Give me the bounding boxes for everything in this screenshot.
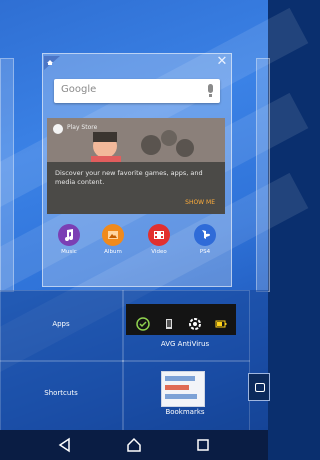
video-app[interactable]: Video [146, 224, 172, 255]
camera-icon [255, 383, 265, 392]
shortcuts-tile-label: Shortcuts [44, 389, 78, 397]
bookmarks-preview [161, 371, 205, 407]
settings-icon [188, 316, 202, 330]
show-me-button[interactable]: SHOW ME [185, 199, 215, 206]
left-homescreen-preview[interactable] [0, 58, 14, 292]
avg-widget-preview [126, 304, 236, 335]
card-source-label: Play Store [67, 124, 98, 131]
album-icon [102, 224, 124, 246]
ps4-label: PS4 [199, 249, 211, 255]
album-app[interactable]: Album [100, 224, 126, 255]
music-icon [58, 224, 80, 246]
avatar [53, 124, 63, 134]
phone-icon [162, 316, 176, 330]
back-icon[interactable] [57, 437, 73, 453]
video-label: Video [151, 249, 167, 255]
set-home-screen-icon[interactable] [44, 55, 60, 70]
next-page-camera-preview[interactable] [248, 373, 270, 401]
battery-icon [214, 316, 228, 330]
bookmark-row [165, 385, 189, 390]
video-icon [148, 224, 170, 246]
google-search-bar[interactable]: Google [54, 79, 220, 103]
recents-icon[interactable] [195, 437, 211, 453]
album-label: Album [104, 249, 122, 255]
right-homescreen-preview[interactable] [256, 58, 270, 292]
bookmarks-tile-label: Bookmarks [165, 408, 205, 416]
music-app[interactable]: Music [56, 224, 82, 255]
ps4-app[interactable]: PS4 [192, 224, 218, 255]
home-icon[interactable] [126, 437, 142, 453]
play-store-widget-card[interactable]: Play Store Discover your new favorite ga… [47, 118, 225, 214]
navigation-bar [0, 430, 268, 460]
card-description: Discover your new favorite games, apps, … [55, 169, 203, 186]
apps-tile-label: Apps [52, 320, 70, 328]
microphone-icon[interactable] [208, 84, 213, 97]
search-placeholder: Google [61, 84, 97, 95]
bookmark-row [165, 376, 195, 381]
avg-tile-label: AVG AntiVirus [160, 340, 210, 348]
bookmark-row [165, 394, 197, 399]
remove-screen-icon[interactable]: ✕ [214, 54, 230, 70]
featured-apps-row: Music Album Video PS4 [52, 224, 222, 264]
check-icon [136, 316, 150, 331]
music-label: Music [61, 249, 77, 255]
playstation-icon [194, 224, 216, 246]
